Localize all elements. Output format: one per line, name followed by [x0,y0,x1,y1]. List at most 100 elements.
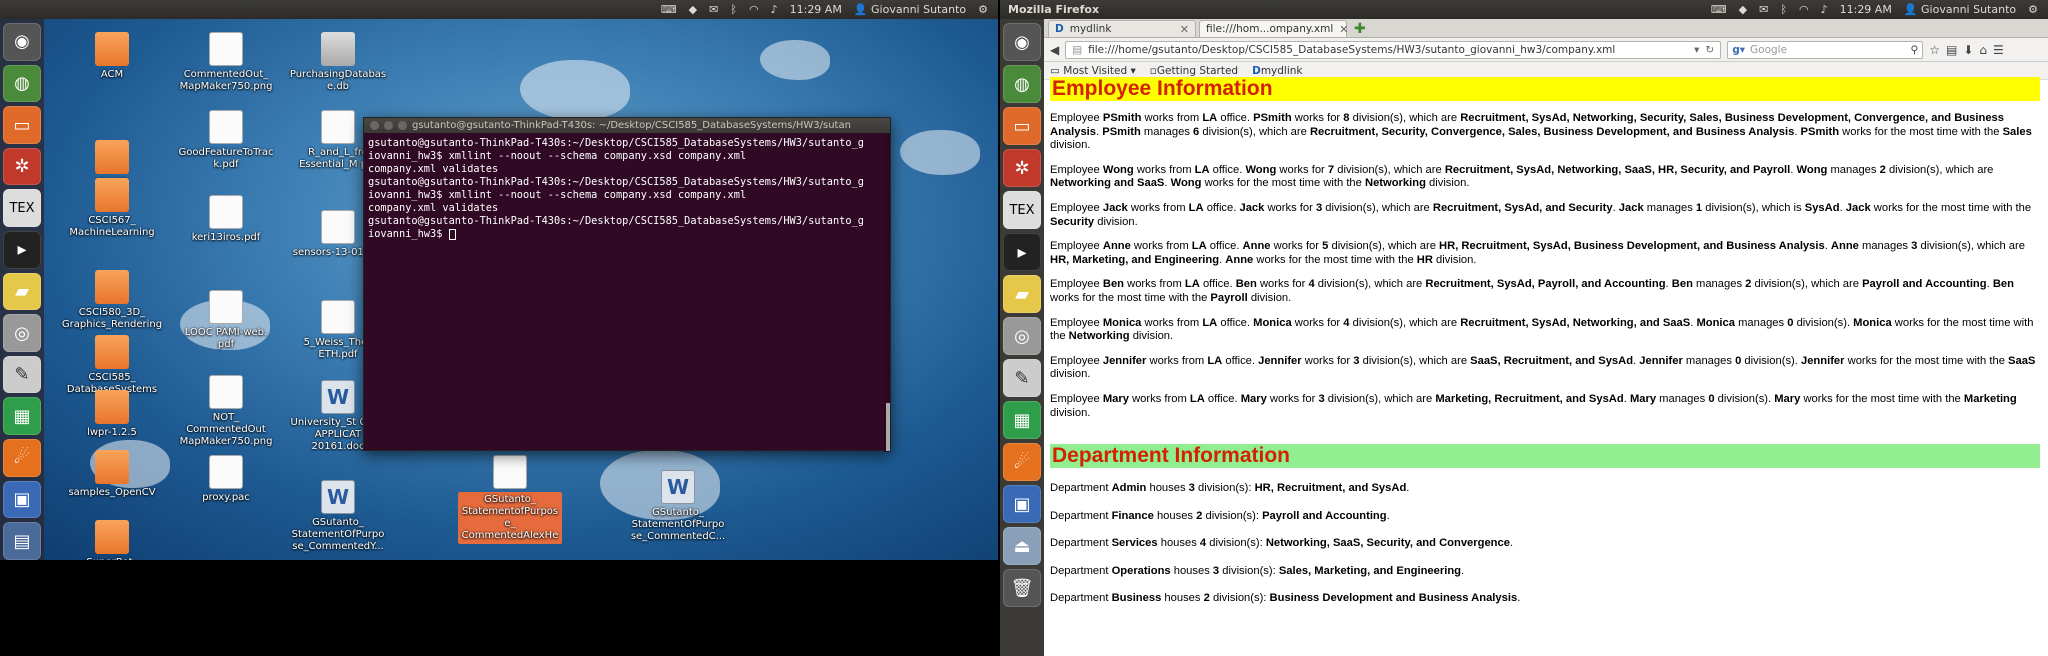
bookmarks-icon[interactable]: ▤ [1946,43,1957,57]
keyboard-icon[interactable]: ⌨ [661,3,677,16]
wifi-icon[interactable]: ◠ [1799,3,1809,16]
desktop-icon[interactable]: GoodFeatureToTrac k.pdf [178,110,274,171]
menu-icon[interactable]: ☰ [1993,43,2004,57]
mail-icon[interactable]: ✉ [1759,3,1768,16]
desktop-icon[interactable]: CSCI580_3D_ Graphics_Rendering [62,270,162,331]
bookmark-mydlink[interactable]: Dmydlink [1252,65,1302,77]
reader-icon[interactable]: ▤ [3,522,41,560]
minimize-icon[interactable] [384,121,393,130]
desktop-icon[interactable]: CSCI567_ MachineLearning [64,178,160,239]
spreadsheet-icon[interactable]: ▦ [1003,401,1041,439]
notes-icon[interactable]: ▰ [1003,275,1041,313]
employee-name: Wong [1796,163,1828,176]
tab-strip: D mydlink ✕ file:///hom...ompany.xml ✕ ✚ [1044,19,2048,38]
trash-icon[interactable]: 🗑 [1003,569,1041,607]
desktop-icon[interactable]: lwpr-1.2.5 [64,390,160,439]
managed-count: 6 [1193,125,1200,138]
bookmark-getting-started[interactable]: ▫Getting Started [1150,65,1238,77]
desktop-icon[interactable]: CSCI585_ DatabaseSystems [64,335,160,396]
screen-icon[interactable]: ▣ [3,480,41,519]
desktop-icon[interactable]: W GSutanto_ StatementOfPurpo se_Commented… [630,470,726,543]
desktop-icon[interactable]: samples_OpenCV [64,450,160,499]
terminal-scrollbar[interactable] [884,133,890,452]
notes-icon[interactable]: ▰ [3,272,41,311]
terminal-icon[interactable]: ▸ [1003,233,1041,271]
star-icon[interactable]: ☆ [1929,43,1940,57]
terminal-output[interactable]: gsutanto@gsutanto-ThinkPad-T430s:~/Deskt… [364,133,890,245]
tab-mydlink[interactable]: D mydlink ✕ [1048,20,1196,37]
terminal-icon[interactable]: ▸ [3,231,41,269]
desktop-icon[interactable]: NOT_ CommentedOut MapMaker750.png [178,375,274,448]
keyboard-icon[interactable]: ⌨ [1711,3,1727,16]
files-icon[interactable]: ▭ [1003,107,1041,145]
usb-drive-icon[interactable]: ⏏ [1003,527,1041,565]
google-icon[interactable]: g▾ [1732,44,1745,56]
page-icon: ▫ [1149,64,1157,77]
tab-company-xml[interactable]: file:///hom...ompany.xml ✕ [1199,20,1349,37]
mail-icon[interactable]: ✉ [709,3,718,16]
desktop-icon[interactable]: keri13iros.pdf [178,195,274,244]
spreadsheet-icon[interactable]: ▦ [3,397,41,436]
close-icon[interactable] [370,121,379,130]
clock[interactable]: 11:29 AM [1840,3,1892,16]
tex-icon[interactable]: TEX [1003,191,1041,229]
clock[interactable]: 11:29 AM [790,3,842,16]
desktop-icon[interactable]: PurchasingDatabas e.db [290,32,386,93]
terminal-window[interactable]: gsutanto@gsutanto-ThinkPad-T430s: ~/Desk… [363,117,891,452]
bluetooth-icon[interactable]: ᛒ [730,3,737,16]
url-bar[interactable]: ▤ file:///home/gsutanto/Desktop/CSCI585_… [1065,40,1722,59]
editor-icon[interactable]: ✎ [3,355,41,394]
screen-icon[interactable]: ▣ [1003,485,1041,523]
search-icon[interactable]: ⚲ [1911,44,1919,56]
gear-icon[interactable]: ⚙ [978,3,988,16]
bookmark-most-visited[interactable]: ▭ Most Visited ▾ [1050,65,1136,77]
desktop-icon[interactable]: ACM [64,32,160,81]
search-bar[interactable]: g▾ Google ⚲ [1727,40,1924,59]
chrome-icon[interactable]: ◍ [3,64,41,103]
firefox-icon[interactable]: ☄ [1003,443,1041,481]
new-tab-icon[interactable]: ✚ [1350,21,1370,37]
user-menu[interactable]: 👤 Giovanni Sutanto [1904,3,2016,16]
desktop-icon[interactable]: W GSutanto_ StatementOfPurpo se_Commented… [290,480,386,553]
download-icon[interactable]: ⬇ [1963,43,1973,57]
gear-icon[interactable]: ⚙ [2028,3,2038,16]
user-icon: 👤 [853,3,868,16]
desktop-icon[interactable]: GSutanto_ StatementofPurpos e_ Commented… [457,455,563,544]
close-icon[interactable]: ✕ [1180,23,1189,36]
speaker-icon[interactable]: ◎ [3,314,41,352]
files-icon[interactable]: ▭ [3,106,41,144]
right-screen: ◉ ◍ ▭ ✲ TEX ▸ ▰ ◎ ✎ ▦ ☄ ▣ ⏏ 🗑 D mydlink … [1000,0,2048,656]
desktop-icon[interactable]: SuperBot_ Distributed_SLAM [64,520,160,560]
volume-icon[interactable]: ♪ [771,3,778,16]
volume-icon[interactable]: ♪ [1821,3,1828,16]
desktop-icon[interactable]: LOOC PAMI-web. pdf [178,290,274,351]
firefox-icon[interactable]: ☄ [3,439,41,477]
speaker-icon[interactable]: ◎ [1003,317,1041,355]
dropdown-icon[interactable]: ▾ [1694,44,1699,56]
desktop-icon[interactable]: proxy.pac [178,455,274,504]
dash-icon[interactable]: ◉ [1003,23,1041,61]
settings-icon[interactable]: ✲ [1003,149,1041,187]
editor-icon[interactable]: ✎ [1003,359,1041,397]
wifi-icon[interactable]: ◠ [749,3,759,16]
url-text[interactable]: file:///home/gsutanto/Desktop/CSCI585_Da… [1088,44,1615,56]
dropbox-icon[interactable]: ◆ [689,3,697,16]
terminal-titlebar[interactable]: gsutanto@gsutanto-ThinkPad-T430s: ~/Desk… [364,118,890,133]
desktop-icon[interactable]: CommentedOut_ MapMaker750.png [178,32,274,93]
maximize-icon[interactable] [398,121,407,130]
division-count: 3 [1353,354,1360,367]
tex-icon[interactable]: TEX [3,189,41,228]
reload-icon[interactable]: ↻ [1705,44,1714,56]
dropbox-icon[interactable]: ◆ [1739,3,1747,16]
bluetooth-icon[interactable]: ᛒ [1780,3,1787,16]
home-icon[interactable]: ⌂ [1979,43,1987,57]
dash-icon[interactable]: ◉ [3,23,41,61]
settings-icon[interactable]: ✲ [3,147,41,186]
close-icon[interactable]: ✕ [1339,23,1348,36]
department-name: Services [1111,537,1158,550]
chrome-icon[interactable]: ◍ [1003,65,1041,103]
back-icon[interactable]: ◀ [1050,43,1059,57]
user-menu[interactable]: 👤 Giovanni Sutanto [854,3,966,16]
office: LA [1184,278,1200,291]
search-input[interactable]: Google [1750,44,1787,56]
